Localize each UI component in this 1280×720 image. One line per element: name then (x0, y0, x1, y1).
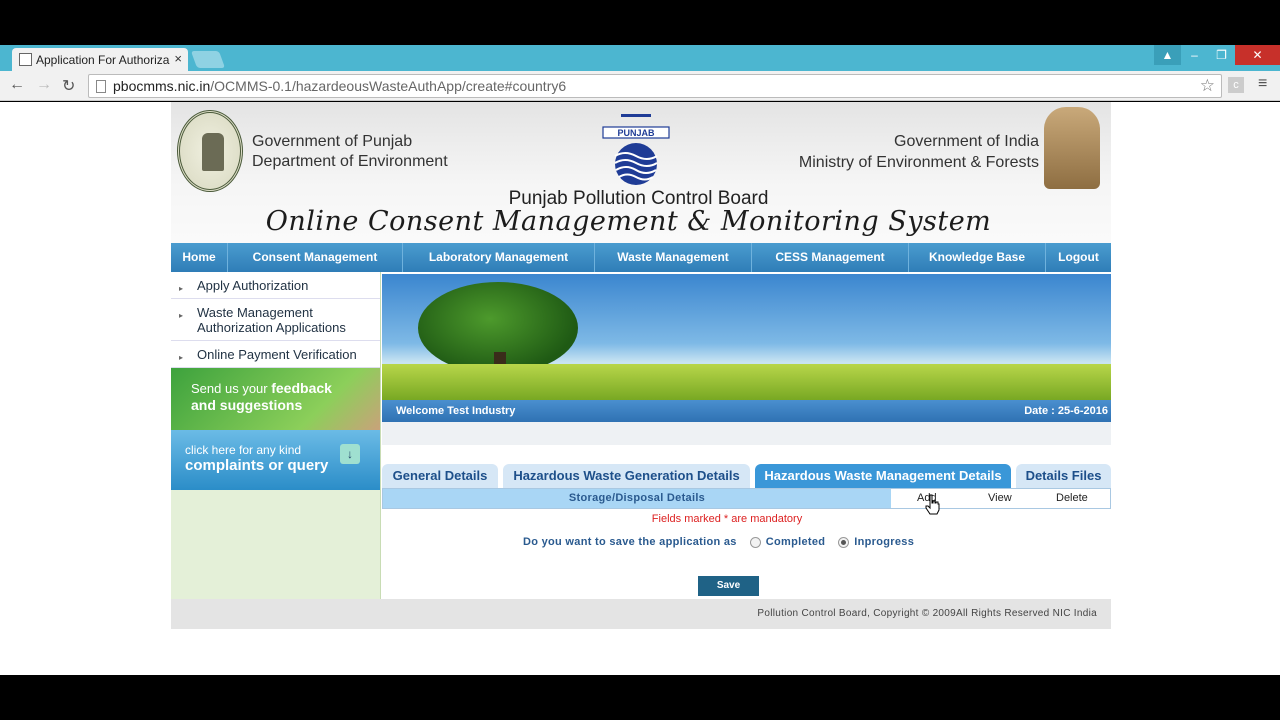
close-window-button[interactable]: ✕ (1235, 45, 1280, 65)
spacer-bar (382, 422, 1111, 445)
complaint-bold: complaints or query (185, 457, 329, 474)
welcome-bar: Welcome Test Industry Date : 25-6-2016 (382, 400, 1111, 422)
bullet-icon: ▸ (179, 311, 184, 320)
tab-hazardous-waste-generation[interactable]: Hazardous Waste Generation Details (503, 464, 750, 488)
date-text: Date : 25-6-2016 (1024, 405, 1108, 417)
page-icon (96, 80, 106, 93)
browser-toolbar: ← → ↻ pbocmms.nic.in/OCMMS-0.1/hazardeou… (0, 71, 1280, 101)
minimize-button[interactable]: – (1181, 45, 1208, 65)
storage-disposal-bar: Storage/Disposal Details Add View Delete (382, 488, 1111, 509)
sidebar-item-label: Online Payment Verification (197, 347, 357, 362)
india-govt-text: Government of India Ministry of Environm… (799, 131, 1039, 173)
complaint-banner[interactable]: click here for any kind complaints or qu… (171, 430, 380, 490)
tab-general-details[interactable]: General Details (382, 464, 498, 488)
tab-hazardous-waste-management[interactable]: Hazardous Waste Management Details (755, 464, 1011, 488)
browser-tab[interactable]: Application For Authoriza × (12, 48, 188, 71)
nav-knowledge-base[interactable]: Knowledge Base (909, 243, 1046, 272)
url-path: /OCMMS-0.1/hazardeousWasteAuthApp/create… (210, 78, 567, 94)
nav-logout[interactable]: Logout (1046, 243, 1111, 272)
sidebar: ▸ Apply Authorization ▸ Waste Management… (171, 272, 381, 599)
bullet-icon: ▸ (179, 353, 184, 362)
site-footer: Pollution Control Board, Copyright © 200… (171, 599, 1111, 629)
sidebar-item-waste-authorization-applications[interactable]: ▸ Waste Management Authorization Applica… (171, 299, 380, 341)
address-bar[interactable]: pbocmms.nic.in/OCMMS-0.1/hazardeousWaste… (88, 74, 1222, 98)
user-icon[interactable]: ▲ (1154, 45, 1181, 65)
india-govt-line2: Ministry of Environment & Forests (798, 154, 1039, 171)
feedback-banner[interactable]: Send us your feedback and suggestions (171, 368, 380, 430)
feedback-bold-line2: and suggestions (191, 397, 303, 413)
nav-laboratory-management[interactable]: Laboratory Management (403, 243, 595, 272)
national-emblem-icon (1044, 107, 1100, 189)
ppcb-logo-text: PUNJAB (617, 128, 655, 138)
reload-icon[interactable]: ↻ (62, 76, 75, 96)
extension-icon[interactable]: c (1228, 77, 1244, 93)
main-content: Welcome Test Industry Date : 25-6-2016 G… (382, 272, 1111, 599)
feedback-bold: feedback (271, 380, 332, 396)
sidebar-links: ▸ Apply Authorization ▸ Waste Management… (171, 272, 380, 368)
punjab-govt-line1: Government of Punjab (252, 133, 413, 150)
down-arrow-icon: ↓ (340, 444, 360, 464)
nav-home[interactable]: Home (171, 243, 228, 272)
nav-consent-management[interactable]: Consent Management (228, 243, 403, 272)
ppcb-logo-icon: PUNJAB (602, 114, 670, 185)
back-arrow-icon[interactable]: ← (9, 76, 25, 94)
save-as-question: Do you want to save the application as (523, 536, 737, 548)
forward-arrow-icon[interactable]: → (36, 76, 52, 94)
bookmark-star-icon[interactable]: ☆ (1200, 76, 1215, 96)
landscape-banner (382, 274, 1111, 400)
radio-inprogress-label: Inprogress (854, 536, 915, 548)
browser-tab-strip: Application For Authoriza × ▲ – ❐ ✕ (0, 45, 1280, 71)
welcome-text: Welcome Test Industry (396, 405, 516, 417)
url-host: pbocmms.nic.in (113, 78, 211, 94)
mandatory-note: Fields marked * are mandatory (651, 513, 803, 525)
sidebar-item-online-payment-verification[interactable]: ▸ Online Payment Verification (171, 341, 380, 368)
sidebar-item-label: Apply Authorization (197, 278, 309, 293)
sidebar-item-apply-authorization[interactable]: ▸ Apply Authorization (171, 272, 380, 299)
punjab-govt-text: Government of Punjab Department of Envir… (252, 132, 448, 172)
tab-close-icon[interactable]: × (174, 51, 182, 66)
complaint-text: click here for any kind (185, 443, 302, 457)
view-link[interactable]: View (988, 489, 1012, 508)
restore-button[interactable]: ❐ (1208, 45, 1235, 65)
nav-cess-management[interactable]: CESS Management (752, 243, 909, 272)
hand-cursor-icon (925, 494, 940, 515)
site-header: Government of Punjab Department of Envir… (171, 102, 1111, 243)
punjab-emblem-icon (177, 110, 243, 192)
punjab-govt-line2: Department of Environment (252, 153, 448, 170)
radio-completed[interactable] (749, 536, 761, 548)
tab-details-files[interactable]: Details Files (1016, 464, 1111, 488)
form-tabs: General Details Hazardous Waste Generati… (382, 464, 1111, 488)
window-controls: ▲ – ❐ ✕ (1154, 45, 1280, 65)
page-viewport: Government of Punjab Department of Envir… (0, 102, 1280, 675)
feedback-text: Send us your (191, 381, 268, 396)
new-tab-button[interactable] (190, 51, 226, 68)
save-status-group: Do you want to save the application as C… (523, 536, 914, 548)
main-nav: Home Consent Management Laboratory Manag… (171, 243, 1111, 272)
menu-icon[interactable]: ≡ (1258, 75, 1267, 93)
screen: Application For Authoriza × ▲ – ❐ ✕ ← → … (0, 0, 1280, 720)
bullet-icon: ▸ (179, 284, 184, 293)
favicon-icon (19, 53, 32, 66)
browser-tab-title: Application For Authoriza (36, 53, 170, 67)
storage-disposal-title: Storage/Disposal Details (383, 489, 891, 508)
site: Government of Punjab Department of Envir… (171, 102, 1111, 629)
system-name: Online Consent Management & Monitoring S… (265, 206, 992, 237)
radio-inprogress[interactable] (838, 536, 850, 548)
radio-completed-label: Completed (765, 536, 826, 548)
india-govt-line1: Government of India (894, 133, 1039, 150)
nav-waste-management[interactable]: Waste Management (595, 243, 752, 272)
save-button[interactable]: Save (698, 576, 759, 596)
sidebar-item-label: Waste Management Authorization Applicati… (197, 305, 346, 335)
grass-image (382, 364, 1111, 400)
delete-link[interactable]: Delete (1056, 489, 1088, 508)
